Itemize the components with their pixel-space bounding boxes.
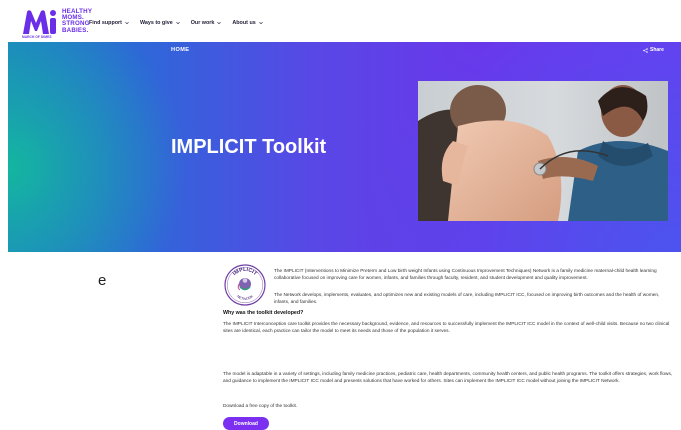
why-paragraph: The IMPLICIT Interconception care toolki… [223, 321, 675, 335]
logo-mark-icon: MARCH OF DIMES [22, 9, 58, 39]
model-paragraph: The model is adaptable in a variety of s… [223, 371, 675, 385]
share-label: Share [650, 47, 664, 53]
download-paragraph: Download a free copy of the toolkit. [223, 404, 298, 409]
nav-our-work[interactable]: Our work [191, 20, 222, 26]
logo-line: BABIES. [62, 26, 89, 34]
why-text: The IMPLICIT Interconception care toolki… [223, 322, 670, 335]
nav-label: Our work [190, 20, 215, 26]
implicit-network-badge: IMPLICIT NETWORK [224, 264, 266, 306]
chevron-down-icon [125, 22, 129, 25]
why-heading: Why was the toolkit developed? [223, 310, 304, 316]
nav-label: Find support [89, 20, 122, 26]
main-nav: Find support Ways to give Our work About… [89, 20, 274, 26]
chevron-down-icon [259, 22, 263, 25]
hero-photo [418, 81, 668, 221]
chevron-down-icon [175, 22, 180, 25]
intro-text: The IMPLICIT (Interventions to Minimize … [274, 269, 657, 282]
nav-label: Ways to give [139, 20, 173, 26]
breadcrumb-home[interactable]: HOME [171, 47, 189, 53]
share-icon [643, 47, 648, 53]
chevron-down-icon [217, 22, 222, 25]
network-paragraph: The Network develops, implements, evalua… [274, 292, 674, 306]
share-button[interactable]: Share [643, 47, 664, 53]
network-text: The Network develops, implements, evalua… [274, 293, 660, 306]
site-header: MARCH OF DIMES HEALTHY MOMS. STRONG BABI… [0, 0, 681, 42]
side-text: e [98, 272, 107, 289]
download-button[interactable]: Download [223, 417, 269, 430]
nav-ways-to-give[interactable]: Ways to give [140, 20, 180, 26]
page-title: IMPLICIT Toolkit [171, 136, 327, 158]
logo-tagline: HEALTHY MOMS. STRONG BABIES. [62, 8, 92, 34]
march-of-dimes-logo[interactable]: MARCH OF DIMES HEALTHY MOMS. STRONG BABI… [22, 8, 92, 39]
nav-label: About us [232, 20, 256, 26]
nav-about-us[interactable]: About us [232, 20, 263, 26]
logo-caption: MARCH OF DIMES [22, 35, 52, 39]
intro-paragraph: The IMPLICIT (Interventions to Minimize … [274, 268, 674, 282]
model-text: The model is adaptable in a variety of s… [223, 372, 673, 385]
nav-find-support[interactable]: Find support [89, 20, 129, 26]
